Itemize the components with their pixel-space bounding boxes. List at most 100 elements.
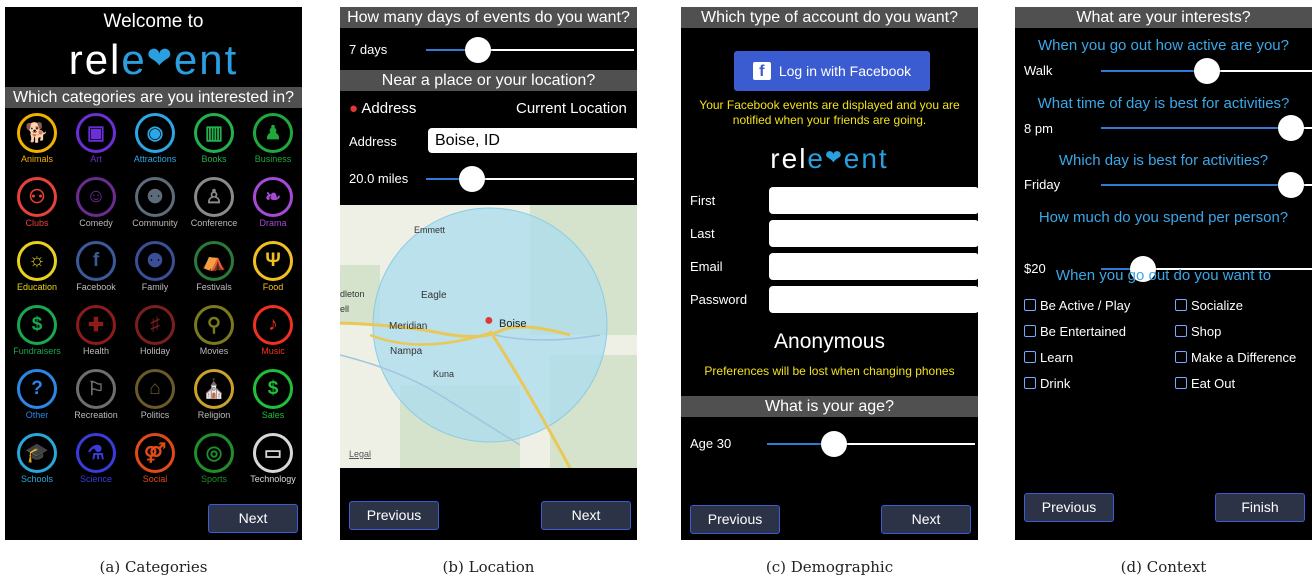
category-sports[interactable]: ◎ Sports [185,433,243,484]
radius-slider-thumb[interactable] [459,166,485,192]
category-recreation[interactable]: ⚐ Recreation [67,369,125,420]
category-attractions[interactable]: ◉ Attractions [126,113,184,164]
goal-checkbox[interactable]: Shop [1175,324,1221,339]
first-field[interactable] [769,187,978,214]
category-education[interactable]: ☼ Education [8,241,66,292]
anonymous-option[interactable]: Anonymous [681,330,978,354]
checkbox-icon [1024,325,1036,337]
category-family[interactable]: ⚉ Family [126,241,184,292]
goal-checkbox[interactable]: Make a Difference [1175,350,1296,365]
drama-masks-icon: ❧ [253,177,293,217]
checkbox-icon [1175,325,1187,337]
context-screen: What are your interests? When you go out… [1015,7,1312,540]
goal-checkbox[interactable]: Drink [1024,376,1070,391]
category-animals[interactable]: 🐕 Animals [8,113,66,164]
category-label: Sales [261,410,285,420]
caption-context: (d) Context [1120,558,1207,576]
time-slider[interactable] [1101,115,1312,141]
fork-knife-icon: Ψ [253,241,293,281]
address-option[interactable]: ● Address [349,100,416,117]
map-view[interactable]: Emmett Eagle Meridian Boise Nampa Kuna d… [340,205,637,468]
email-field[interactable] [769,253,978,280]
category-schools[interactable]: 🎓 Schools [8,433,66,484]
days-slider[interactable] [426,37,634,63]
next-button[interactable]: Next [541,501,631,530]
map-city-label: Boise [499,318,527,330]
category-other[interactable]: ? Other [8,369,66,420]
goal-checkbox[interactable]: Learn [1024,350,1073,365]
previous-button[interactable]: Previous [349,501,439,530]
health-cross-icon: ✚ [76,305,116,345]
current-location-option[interactable]: Current Location [516,100,627,117]
activity-slider-thumb[interactable] [1194,58,1220,84]
goal-label: Be Active / Play [1040,298,1131,313]
flask-icon: ⚗ [76,433,116,473]
category-label: Schools [20,474,54,484]
map-city-label: Emmett [414,225,446,235]
next-button[interactable]: Next [208,504,298,533]
category-festivals[interactable]: ⛺ Festivals [185,241,243,292]
capitol-icon: ⌂ [135,369,175,409]
category-movies[interactable]: ⚲ Movies [185,305,243,356]
masks-icon: ☺ [76,177,116,217]
category-holiday[interactable]: ♯ Holiday [126,305,184,356]
goal-label: Make a Difference [1191,350,1297,365]
days-slider-thumb[interactable] [465,37,491,63]
last-field[interactable] [769,220,978,247]
category-drama[interactable]: ❧ Drama [244,177,302,228]
category-science[interactable]: ⚗ Science [67,433,125,484]
category-label: Other [25,410,49,420]
graduation-cap-icon: 🎓 [17,433,57,473]
goal-checkbox[interactable]: Be Active / Play [1024,298,1130,313]
category-clubs[interactable]: ⚇ Clubs [8,177,66,228]
checkbox-icon [1024,299,1036,311]
category-fundraisers[interactable]: $ Fundraisers [8,305,66,356]
goal-checkbox[interactable]: Be Entertained [1024,324,1126,339]
goal-checkbox[interactable]: Eat Out [1175,376,1235,391]
previous-button[interactable]: Previous [1024,493,1114,522]
category-music[interactable]: ♪ Music [244,305,302,356]
category-conference[interactable]: ♙ Conference [185,177,243,228]
category-community[interactable]: ⚉ Community [126,177,184,228]
address-input[interactable]: Boise, ID [428,128,637,153]
category-label: Facebook [76,282,116,292]
category-politics[interactable]: ⌂ Politics [126,369,184,420]
password-field[interactable] [769,286,978,313]
category-technology[interactable]: ▭ Technology [244,433,302,484]
next-button[interactable]: Next [881,505,971,534]
category-health[interactable]: ✚ Health [67,305,125,356]
activity-slider[interactable] [1101,58,1312,84]
time-value: 8 pm [1024,121,1053,136]
category-comedy[interactable]: ☺ Comedy [67,177,125,228]
facebook-login-button[interactable]: f Log in with Facebook [734,51,930,91]
interests-header: What are your interests? [1015,7,1312,28]
category-social[interactable]: ⚤ Social [126,433,184,484]
goal-checkbox[interactable]: Socialize [1175,298,1243,313]
day-slider[interactable] [1101,172,1312,198]
category-label: Music [261,346,285,356]
finish-button[interactable]: Finish [1215,493,1305,522]
radius-slider[interactable] [426,166,634,192]
account-type-header: Which type of account do you want? [681,7,978,28]
age-slider-thumb[interactable] [821,431,847,457]
category-food[interactable]: Ψ Food [244,241,302,292]
category-books[interactable]: ▥ Books [185,113,243,164]
category-art[interactable]: ▣ Art [67,113,125,164]
day-slider-thumb[interactable] [1278,172,1304,198]
map-city-label: Nampa [390,346,423,357]
family-icon: ⚉ [135,241,175,281]
category-label: Festivals [196,282,232,292]
category-business[interactable]: ♟ Business [244,113,302,164]
category-religion[interactable]: ⛪ Religion [185,369,243,420]
category-facebook[interactable]: f Facebook [67,241,125,292]
category-sales[interactable]: $ Sales [244,369,302,420]
previous-button[interactable]: Previous [690,505,780,534]
businessman-icon: ♟ [253,113,293,153]
map-legal-link[interactable]: Legal [349,449,371,459]
dollar-icon: $ [253,369,293,409]
activity-value: Walk [1024,63,1053,78]
time-slider-thumb[interactable] [1278,115,1304,141]
age-slider[interactable] [767,431,975,457]
demographic-screen: Which type of account do you want? f Log… [681,7,978,540]
goal-label: Learn [1040,350,1074,365]
